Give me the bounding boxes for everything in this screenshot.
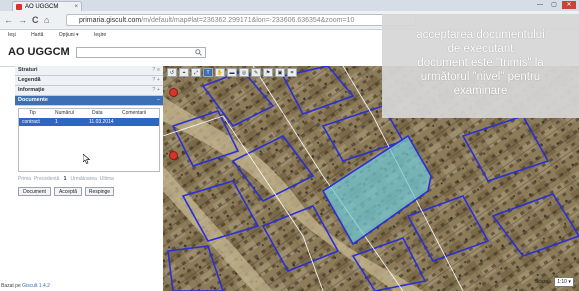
locate-icon[interactable]: ⌖ <box>179 68 189 77</box>
address-bar[interactable]: primaria.giscult.com/m/default/map#lat=2… <box>66 14 416 26</box>
url-host: primaria.giscult.com <box>79 17 142 24</box>
pager-next[interactable]: Următoarea <box>71 176 97 182</box>
url-path: /m/default/map#lat=236362.299171&lon=-23… <box>141 17 355 24</box>
footer-prefix: Bazat pe <box>1 283 21 289</box>
column-header-numar[interactable]: Numărul <box>55 109 74 117</box>
menu-item-iesire[interactable]: Ieşire <box>94 32 106 38</box>
pager-prev[interactable]: Precedentă <box>34 176 60 182</box>
collapse-icon[interactable]: − <box>157 96 160 105</box>
reload-icon[interactable]: C <box>32 15 39 25</box>
refresh-icon[interactable]: ↺ <box>167 68 177 77</box>
mouse-cursor-icon <box>83 154 90 164</box>
column-header-comentarii[interactable]: Comentarii <box>122 109 146 117</box>
pan-hand-icon[interactable]: ✋ <box>215 68 225 77</box>
accept-button[interactable]: Acceptă <box>54 187 82 196</box>
panel-documente[interactable]: Documente − <box>15 96 163 106</box>
tutorial-overlay: acceptarea documentului de executant doc… <box>382 14 579 118</box>
documents-grid: Tip Numărul Data Comentarii contract 1 1… <box>18 108 160 172</box>
overlay-line: document este "trimis" la <box>417 57 544 69</box>
menu-item-harta[interactable]: Hartă <box>31 32 43 38</box>
panel-label: Documente <box>18 97 48 103</box>
flag-icon[interactable]: ⚑ <box>263 68 273 77</box>
overlay-line: următorul "nivel" pentru <box>420 71 541 83</box>
panel-label: Straturi <box>18 67 38 73</box>
maximize-icon[interactable]: ▢ <box>548 1 560 9</box>
cell-data: 11.03.2014 <box>89 119 114 125</box>
grid-icon[interactable]: ⌗ <box>287 68 297 77</box>
pager-current-page: 1 <box>63 176 67 182</box>
panel-legenda[interactable]: Legendă ? + <box>15 76 163 86</box>
map-marker-icon[interactable] <box>169 88 178 97</box>
pager-last[interactable]: Ultima <box>100 176 114 182</box>
zoom-extent-icon[interactable]: ⤢ <box>191 68 201 77</box>
pager-first[interactable]: Prima <box>18 176 31 182</box>
panel-straturi[interactable]: Straturi ? ≡ <box>15 66 163 76</box>
panel-label: Informaţie <box>18 87 45 93</box>
panel-label: Legendă <box>18 77 41 83</box>
document-button[interactable]: Document <box>18 187 51 196</box>
footer-link[interactable]: Giscult 1.4.2 <box>22 283 50 289</box>
measure-line-icon[interactable]: ▬ <box>227 68 237 77</box>
cell-tip: contract <box>22 119 40 125</box>
reject-button[interactable]: Respinge <box>85 187 114 196</box>
browser-tab[interactable]: AO UGGCM × <box>12 1 82 11</box>
panel-controls-icon[interactable]: ? ≡ <box>152 66 160 75</box>
cell-numar: 1 <box>55 119 58 125</box>
panel-informatie[interactable]: Informaţie ? + <box>15 86 163 96</box>
column-header-data[interactable]: Data <box>92 109 103 117</box>
app-title: AO UGGCM <box>8 46 70 58</box>
close-window-icon[interactable]: ✕ <box>562 1 576 9</box>
measure-circle-icon[interactable]: ◎ <box>239 68 249 77</box>
panel-controls-icon[interactable]: ? + <box>152 76 160 85</box>
home-icon[interactable]: ⌂ <box>44 15 49 25</box>
minimize-icon[interactable]: — <box>534 1 546 9</box>
favicon-icon <box>16 4 22 10</box>
identify-tool-icon[interactable]: T <box>203 68 213 77</box>
search-icon[interactable] <box>195 49 202 56</box>
overlay-line: de executant <box>447 43 514 55</box>
panel-controls-icon[interactable]: ? + <box>152 86 160 95</box>
forward-icon[interactable]: → <box>18 15 27 25</box>
scale-select[interactable]: 1:10 ▾ <box>554 277 574 287</box>
browser-title-bar: AO UGGCM × — ▢ ✕ <box>0 0 579 11</box>
tab-title: AO UGGCM <box>25 4 59 10</box>
draw-icon[interactable]: ✎ <box>251 68 261 77</box>
scale-control: Scara : 1:10 ▾ <box>535 277 574 287</box>
footer: Bazat pe Giscult 1.4.2 <box>1 283 50 290</box>
pager: Prima Precedentă 1 Următoarea Ultima <box>18 176 114 183</box>
map-marker-icon[interactable] <box>169 151 178 160</box>
search-input[interactable] <box>76 47 206 58</box>
overlay-line: acceptarea documentului <box>416 29 545 41</box>
column-header-tip[interactable]: Tip <box>29 109 36 117</box>
menu-item-iesi[interactable]: Ieşi <box>8 32 16 38</box>
scale-label: Scara : <box>535 279 551 285</box>
layer-box-icon[interactable]: ▣ <box>275 68 285 77</box>
overlay-line: examinare <box>453 85 508 97</box>
back-icon[interactable]: ← <box>4 15 13 25</box>
menu-item-optiuni[interactable]: Opţiuni ▾ <box>59 32 79 38</box>
sidebar: Straturi ? ≡ Legendă ? + Informaţie ? + … <box>15 66 164 291</box>
table-row[interactable]: contract 1 11.03.2014 <box>19 118 159 126</box>
